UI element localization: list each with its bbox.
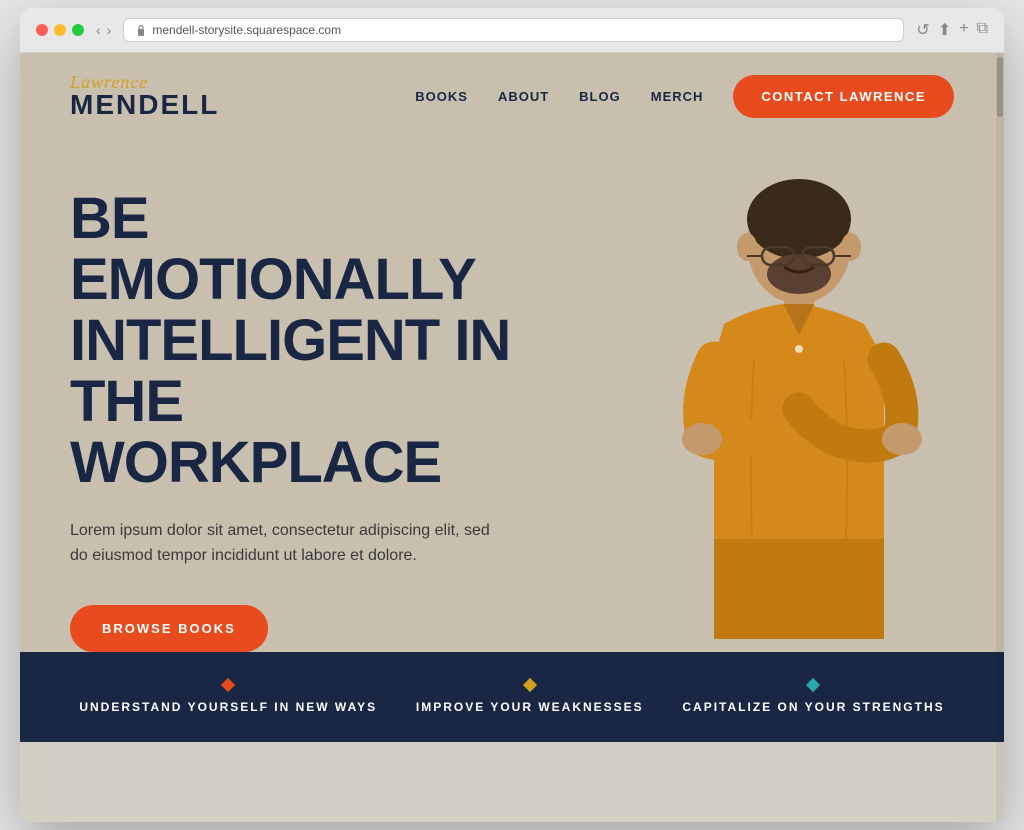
tagline-diamond-3: [806, 678, 820, 692]
windows-icon[interactable]: ⧉: [977, 20, 988, 40]
address-bar[interactable]: mendell-storysite.squarespace.com: [123, 18, 904, 42]
minimize-button[interactable]: [54, 24, 66, 36]
forward-icon[interactable]: ›: [107, 22, 112, 38]
traffic-lights: [36, 24, 84, 36]
tagline-text-3: CAPITALIZE ON YOUR STRENGTHS: [682, 700, 944, 714]
scrollbar[interactable]: [996, 53, 1004, 822]
logo: Lawrence MENDELL: [70, 73, 219, 119]
tagline-text-2: IMPROVE YOUR WEAKNESSES: [416, 700, 644, 714]
tagline-item-2: IMPROVE YOUR WEAKNESSES: [416, 680, 644, 714]
lock-icon: [136, 24, 146, 36]
site-wrapper: Lawrence MENDELL BOOKS ABOUT BLOG MERCH …: [20, 53, 1004, 822]
reload-icon[interactable]: ↺: [916, 20, 929, 40]
logo-main: MENDELL: [70, 91, 219, 119]
browse-books-button[interactable]: BROWSE BOOKS: [70, 605, 268, 652]
tagline-diamond-1: [221, 678, 235, 692]
tagline-item-3: CAPITALIZE ON YOUR STRENGTHS: [682, 680, 944, 714]
hero-body-text: Lorem ipsum dolor sit amet, consectetur …: [70, 518, 510, 569]
tagline-item-1: UNDERSTAND YOURSELF IN NEW WAYS: [79, 680, 377, 714]
url-text: mendell-storysite.squarespace.com: [152, 23, 341, 37]
nav-links: BOOKS ABOUT BLOG MERCH CONTACT LAWRENCE: [415, 75, 954, 118]
hero-title: BE EMOTIONALLY INTELLIGENT IN THE WORKPL…: [70, 189, 556, 493]
contact-cta-button[interactable]: CONTACT LAWRENCE: [733, 75, 954, 118]
hero-section: BE EMOTIONALLY INTELLIGENT IN THE WORKPL…: [20, 139, 1004, 652]
nav-blog[interactable]: BLOG: [579, 89, 621, 104]
nav-about[interactable]: ABOUT: [498, 89, 549, 104]
tagline-bar: UNDERSTAND YOURSELF IN NEW WAYS IMPROVE …: [20, 652, 1004, 742]
nav-merch[interactable]: MERCH: [651, 89, 704, 104]
bottom-strip: [20, 742, 1004, 822]
hero-content: BE EMOTIONALLY INTELLIGENT IN THE WORKPL…: [70, 159, 556, 652]
person-illustration: [614, 159, 954, 639]
back-icon[interactable]: ‹: [96, 22, 101, 38]
hero-image: [556, 159, 954, 639]
browser-actions: ↺ ⬆ + ⧉: [916, 20, 988, 40]
browser-back-forward: ‹ ›: [96, 22, 111, 38]
new-tab-icon[interactable]: +: [959, 20, 968, 40]
tagline-diamond-2: [523, 678, 537, 692]
share-icon[interactable]: ⬆: [938, 20, 951, 40]
nav: Lawrence MENDELL BOOKS ABOUT BLOG MERCH …: [20, 53, 1004, 139]
maximize-button[interactable]: [72, 24, 84, 36]
close-button[interactable]: [36, 24, 48, 36]
browser-window: ‹ › mendell-storysite.squarespace.com ↺ …: [20, 8, 1004, 822]
nav-books[interactable]: BOOKS: [415, 89, 468, 104]
browser-chrome: ‹ › mendell-storysite.squarespace.com ↺ …: [20, 8, 1004, 53]
tagline-text-1: UNDERSTAND YOURSELF IN NEW WAYS: [79, 700, 377, 714]
